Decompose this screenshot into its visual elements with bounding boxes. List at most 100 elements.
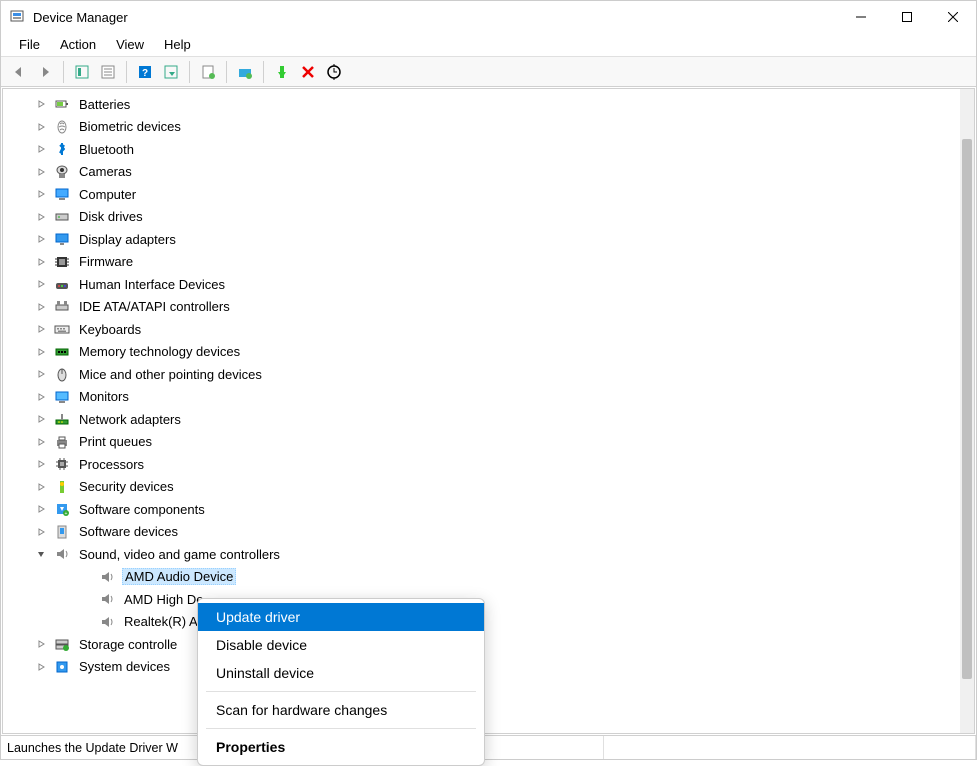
tree-item[interactable]: Keyboards bbox=[3, 318, 974, 341]
chevron-right-icon[interactable] bbox=[33, 524, 49, 540]
chevron-right-icon[interactable] bbox=[33, 209, 49, 225]
chevron-right-icon[interactable] bbox=[33, 186, 49, 202]
context-menu-item[interactable]: Scan for hardware changes bbox=[198, 696, 484, 724]
tree-item-label: Firmware bbox=[77, 254, 135, 269]
tree-item-label: Display adapters bbox=[77, 232, 178, 247]
chevron-right-icon[interactable] bbox=[33, 141, 49, 157]
tree-item[interactable]: Biometric devices bbox=[3, 116, 974, 139]
window-title: Device Manager bbox=[33, 10, 128, 25]
chevron-right-icon[interactable] bbox=[33, 479, 49, 495]
toolbar-separator bbox=[263, 61, 264, 83]
ide-icon bbox=[53, 298, 71, 316]
chevron-right-icon[interactable] bbox=[33, 164, 49, 180]
menu-file[interactable]: File bbox=[9, 35, 50, 54]
chevron-right-icon[interactable] bbox=[33, 411, 49, 427]
toolbar-disable-button[interactable] bbox=[296, 60, 320, 84]
maximize-button[interactable] bbox=[884, 1, 930, 33]
titlebar: Device Manager bbox=[1, 1, 976, 33]
chevron-right-icon[interactable] bbox=[33, 659, 49, 675]
biometric-icon bbox=[53, 118, 71, 136]
context-menu-item[interactable]: Uninstall device bbox=[198, 659, 484, 687]
tree-item-label: Batteries bbox=[77, 97, 132, 112]
context-menu-item[interactable]: Properties bbox=[198, 733, 484, 761]
tree-item[interactable]: AMD Audio Device bbox=[3, 566, 974, 589]
toolbar-forward-button[interactable] bbox=[33, 60, 57, 84]
tree-item[interactable]: Disk drives bbox=[3, 206, 974, 229]
tree-item[interactable]: Network adapters bbox=[3, 408, 974, 431]
toolbar-enable-button[interactable] bbox=[270, 60, 294, 84]
tree-item[interactable]: Processors bbox=[3, 453, 974, 476]
tree-item[interactable]: Print queues bbox=[3, 431, 974, 454]
chevron-right-icon[interactable] bbox=[33, 434, 49, 450]
tree-item[interactable]: Memory technology devices bbox=[3, 341, 974, 364]
chevron-right-icon[interactable] bbox=[33, 501, 49, 517]
camera-icon bbox=[53, 163, 71, 181]
tree-item[interactable]: Realtek(R) Au bbox=[3, 611, 974, 634]
expander-none bbox=[78, 614, 94, 630]
tree-item[interactable]: Bluetooth bbox=[3, 138, 974, 161]
chevron-right-icon[interactable] bbox=[33, 231, 49, 247]
content-area: Batteries Biometric devices BluetoothCamer… bbox=[2, 88, 975, 734]
tree-item-label: System devices bbox=[77, 659, 172, 674]
chevron-right-icon[interactable] bbox=[33, 366, 49, 382]
toolbar-update-driver-button[interactable] bbox=[196, 60, 220, 84]
tree-item[interactable]: Firmware bbox=[3, 251, 974, 274]
toolbar-uninstall-button[interactable] bbox=[233, 60, 257, 84]
minimize-button[interactable] bbox=[838, 1, 884, 33]
tree-item-label: Computer bbox=[77, 187, 138, 202]
toolbar-show-hide-tree-button[interactable] bbox=[70, 60, 94, 84]
tree-item[interactable]: Batteries bbox=[3, 93, 974, 116]
tree-item-label: Keyboards bbox=[77, 322, 143, 337]
svg-text:+: + bbox=[65, 511, 68, 517]
tree-item[interactable]: Software devices bbox=[3, 521, 974, 544]
context-menu-item[interactable]: Update driver bbox=[198, 603, 484, 631]
chevron-right-icon[interactable] bbox=[33, 321, 49, 337]
chevron-right-icon[interactable] bbox=[33, 96, 49, 112]
memory-icon bbox=[53, 343, 71, 361]
menu-help[interactable]: Help bbox=[154, 35, 201, 54]
tree-item[interactable]: Display adapters bbox=[3, 228, 974, 251]
tree-item[interactable]: Storage controlle bbox=[3, 633, 974, 656]
toolbar-action-list-button[interactable] bbox=[159, 60, 183, 84]
tree-item[interactable]: IDE ATA/ATAPI controllers bbox=[3, 296, 974, 319]
tree-item[interactable]: Computer bbox=[3, 183, 974, 206]
context-menu-separator bbox=[206, 728, 476, 729]
tree-item-label: Biometric devices bbox=[77, 119, 183, 134]
tree-item[interactable]: Human Interface Devices bbox=[3, 273, 974, 296]
menubar: File Action View Help bbox=[1, 33, 976, 57]
menu-action[interactable]: Action bbox=[50, 35, 106, 54]
tree-item[interactable]: Security devices bbox=[3, 476, 974, 499]
scrollbar-thumb[interactable] bbox=[962, 139, 972, 679]
tree-item[interactable]: System devices bbox=[3, 656, 974, 679]
context-menu-separator bbox=[206, 691, 476, 692]
statusbar: Launches the Update Driver W bbox=[1, 735, 976, 759]
tree-item[interactable]: Cameras bbox=[3, 161, 974, 184]
tree-item[interactable]: Sound, video and game controllers bbox=[3, 543, 974, 566]
tree-item[interactable]: AMD High De bbox=[3, 588, 974, 611]
toolbar-properties-sheet-button[interactable] bbox=[96, 60, 120, 84]
chevron-down-icon[interactable] bbox=[33, 546, 49, 562]
device-tree[interactable]: Batteries Biometric devices BluetoothCamer… bbox=[3, 89, 974, 733]
tree-item-label: IDE ATA/ATAPI controllers bbox=[77, 299, 232, 314]
chevron-right-icon[interactable] bbox=[33, 119, 49, 135]
chevron-right-icon[interactable] bbox=[33, 254, 49, 270]
toolbar-scan-hardware-button[interactable] bbox=[322, 60, 346, 84]
chevron-right-icon[interactable] bbox=[33, 636, 49, 652]
tree-item[interactable]: +Software components bbox=[3, 498, 974, 521]
chevron-right-icon[interactable] bbox=[33, 344, 49, 360]
chevron-right-icon[interactable] bbox=[33, 456, 49, 472]
tree-item-label: Human Interface Devices bbox=[77, 277, 227, 292]
chevron-right-icon[interactable] bbox=[33, 299, 49, 315]
close-button[interactable] bbox=[930, 1, 976, 33]
toolbar-back-button[interactable] bbox=[7, 60, 31, 84]
tree-item-label: Monitors bbox=[77, 389, 131, 404]
menu-view[interactable]: View bbox=[106, 35, 154, 54]
device-manager-window: Device Manager File Action View Help ? bbox=[0, 0, 977, 760]
vertical-scrollbar[interactable] bbox=[960, 89, 974, 733]
toolbar-help-button[interactable]: ? bbox=[133, 60, 157, 84]
context-menu-item[interactable]: Disable device bbox=[198, 631, 484, 659]
tree-item[interactable]: Monitors bbox=[3, 386, 974, 409]
chevron-right-icon[interactable] bbox=[33, 389, 49, 405]
chevron-right-icon[interactable] bbox=[33, 276, 49, 292]
tree-item[interactable]: Mice and other pointing devices bbox=[3, 363, 974, 386]
